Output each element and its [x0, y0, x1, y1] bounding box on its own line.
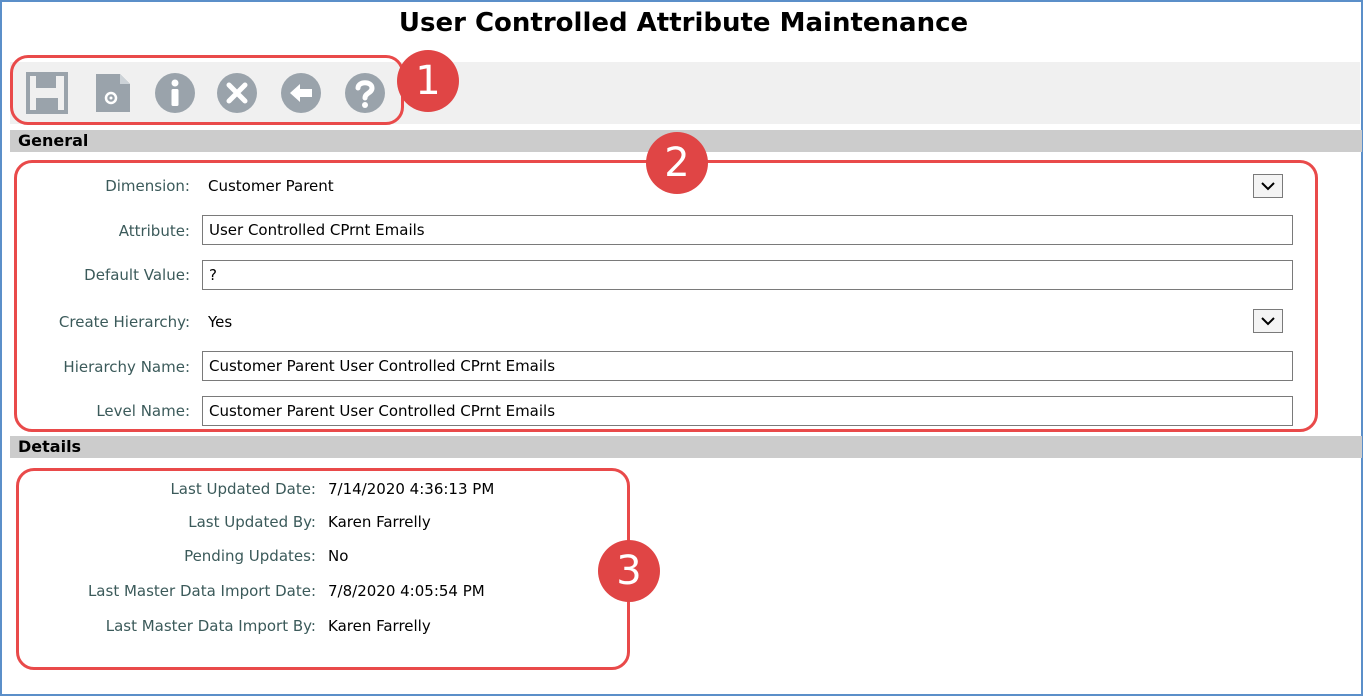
last-master-import-by-value: Karen Farrelly	[328, 617, 431, 635]
attribute-label: Attribute:	[118, 222, 190, 240]
default-value-label: Default Value:	[84, 266, 190, 284]
last-master-import-by-label: Last Master Data Import By:	[105, 617, 316, 635]
level-name-label: Level Name:	[96, 402, 190, 420]
chevron-down-icon	[1261, 182, 1275, 191]
create-hierarchy-label: Create Hierarchy:	[58, 313, 190, 331]
last-updated-by-value: Karen Farrelly	[328, 513, 431, 531]
callout-badge-3: 3	[598, 540, 660, 602]
last-master-import-date-value: 7/8/2020 4:05:54 PM	[328, 582, 485, 600]
hierarchy-name-label: Hierarchy Name:	[63, 358, 190, 376]
callout-badge-1: 1	[397, 50, 459, 112]
default-value-input[interactable]	[202, 260, 1293, 290]
level-name-input[interactable]	[202, 396, 1293, 426]
hierarchy-name-input[interactable]	[202, 351, 1293, 381]
chevron-down-icon	[1261, 317, 1275, 326]
pending-updates-label: Pending Updates:	[184, 547, 316, 565]
section-header-details: Details	[10, 436, 1362, 458]
last-master-import-date-label: Last Master Data Import Date:	[87, 582, 316, 600]
callout-box-toolbar	[10, 55, 404, 125]
last-updated-date-label: Last Updated Date:	[170, 480, 316, 498]
dimension-label: Dimension:	[105, 177, 190, 195]
pending-updates-value: No	[328, 547, 349, 565]
last-updated-date-value: 7/14/2020 4:36:13 PM	[328, 480, 495, 498]
create-hierarchy-select[interactable]: Yes	[202, 307, 1293, 337]
last-updated-by-label: Last Updated By:	[188, 513, 316, 531]
callout-box-details	[16, 468, 630, 670]
create-hierarchy-dropdown-button[interactable]	[1253, 309, 1283, 333]
attribute-input[interactable]	[202, 215, 1293, 245]
dimension-select[interactable]: Customer Parent	[202, 171, 1293, 201]
page-title: User Controlled Attribute Maintenance	[398, 8, 969, 38]
dimension-dropdown-button[interactable]	[1253, 174, 1283, 198]
